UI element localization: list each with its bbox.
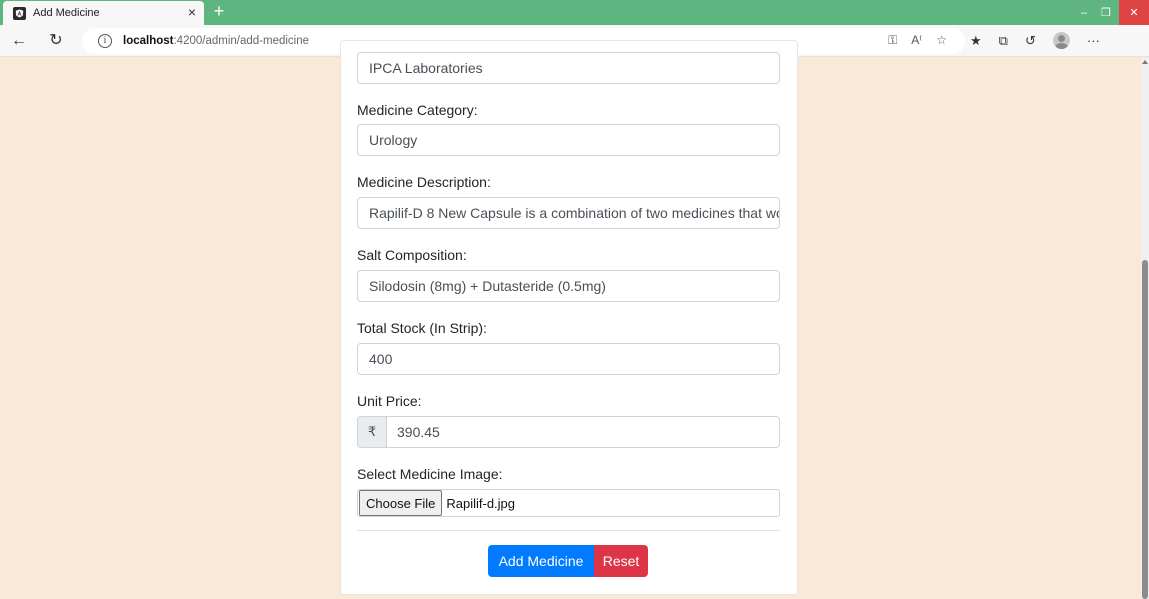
manufacturer-input[interactable]: IPCA Laboratories xyxy=(357,52,780,84)
total-stock-input[interactable]: 400 xyxy=(357,343,780,375)
medicine-image-label: Select Medicine Image: xyxy=(357,466,503,482)
toolbar-icons: ★ ⧉ ↺ ··· xyxy=(970,32,1100,49)
refresh-icon[interactable]: ↻ xyxy=(46,31,66,51)
favorites-icon[interactable]: ★ xyxy=(970,33,982,49)
history-icon[interactable]: ↺ xyxy=(1025,33,1036,49)
read-aloud-icon[interactable]: A⁽ xyxy=(911,33,922,48)
profile-avatar-icon[interactable] xyxy=(1052,32,1070,49)
more-menu-icon[interactable]: ··· xyxy=(1087,33,1100,48)
category-label: Medicine Category: xyxy=(357,102,478,118)
back-arrow-icon[interactable]: ← xyxy=(9,31,29,51)
unit-price-group: ₹ 390.45 xyxy=(357,416,780,448)
selected-file-name: Rapilif-d.jpg xyxy=(446,495,516,511)
collections-icon[interactable]: ⧉ xyxy=(999,33,1008,49)
browser-tab[interactable]: Add Medicine × xyxy=(3,1,204,25)
description-label: Medicine Description: xyxy=(357,174,491,190)
minimize-icon[interactable]: – xyxy=(1073,0,1095,25)
url-text[interactable]: localhost:4200/admin/add-medicine xyxy=(123,35,309,47)
add-favorite-icon[interactable]: ☆ xyxy=(936,33,947,48)
angular-favicon-icon xyxy=(13,6,26,20)
browser-tab-bar: Add Medicine × + – ❐ ✕ xyxy=(0,0,1149,25)
close-window-icon[interactable]: ✕ xyxy=(1119,0,1149,25)
choose-file-button[interactable]: Choose File xyxy=(359,490,443,516)
total-stock-label: Total Stock (In Strip): xyxy=(357,320,487,336)
unit-price-input[interactable]: 390.45 xyxy=(386,416,780,448)
salt-composition-label: Salt Composition: xyxy=(357,247,467,263)
new-tab-button[interactable]: + xyxy=(210,2,228,20)
page-scrollbar[interactable] xyxy=(1141,57,1149,599)
maximize-icon[interactable]: ❐ xyxy=(1095,0,1117,25)
add-medicine-button[interactable]: Add Medicine xyxy=(488,545,594,577)
scroll-thumb[interactable] xyxy=(1142,260,1148,599)
url-bar-icons: ⚿ A⁽ ☆ xyxy=(888,33,947,48)
description-input[interactable]: Rapilif-D 8 New Capsule is a combination… xyxy=(357,197,780,229)
site-info-icon[interactable]: i xyxy=(98,34,112,48)
window-controls: – ❐ ✕ xyxy=(1073,0,1149,25)
scroll-up-icon[interactable] xyxy=(1142,60,1148,64)
rupee-icon: ₹ xyxy=(357,416,386,448)
tab-close-icon[interactable]: × xyxy=(188,4,196,20)
category-input[interactable]: Urology xyxy=(357,124,780,156)
tab-title: Add Medicine xyxy=(33,7,100,19)
medicine-image-file-input[interactable]: Choose File Rapilif-d.jpg xyxy=(357,489,780,517)
salt-composition-input[interactable]: Silodosin (8mg) + Dutasteride (0.5mg) xyxy=(357,270,780,302)
form-divider xyxy=(357,530,780,531)
unit-price-label: Unit Price: xyxy=(357,393,422,409)
key-icon[interactable]: ⚿ xyxy=(888,33,897,48)
reset-button[interactable]: Reset xyxy=(594,545,648,577)
